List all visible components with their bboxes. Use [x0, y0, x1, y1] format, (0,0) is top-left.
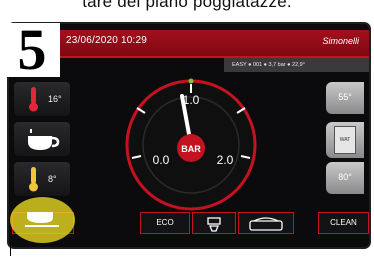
- machine-icon: [249, 217, 283, 231]
- eco-button[interactable]: ECO: [140, 212, 190, 234]
- gauge-label-min: 0.0: [153, 153, 170, 167]
- cup-tile[interactable]: [14, 122, 70, 156]
- caption-text: tare del piano poggiatazze.: [82, 0, 292, 11]
- datetime: 23/06/2020 10:29: [66, 35, 148, 46]
- cup-temp-tile[interactable]: 8°: [14, 162, 70, 196]
- temp-top-button[interactable]: 55°: [326, 82, 364, 114]
- water-cartridge-button[interactable]: WAT: [326, 122, 364, 158]
- status-bar: EASY ● 001 ● 3,7 bar ● 22,9°: [224, 58, 369, 72]
- top-bar: 23/06/2020 10:29 Simonelli: [9, 30, 369, 56]
- setpoint-indicator: [188, 78, 194, 84]
- clean-button[interactable]: CLEAN: [318, 212, 369, 234]
- boiler-temp-value: 16°: [48, 94, 62, 104]
- boiler-temp-tile[interactable]: 16°: [14, 82, 70, 116]
- coffee-cup-icon: [28, 129, 60, 150]
- eco-label: ECO: [156, 218, 174, 227]
- machine-button[interactable]: [238, 212, 294, 234]
- program-button[interactable]: [192, 212, 236, 234]
- cup-warmer-highlight: [10, 197, 75, 243]
- brand-logo: Simonelli: [322, 36, 359, 46]
- thermometer-yellow-icon: [29, 167, 38, 192]
- temp-bottom-button[interactable]: 80°: [326, 162, 364, 194]
- gauge-label-max: 2.0: [217, 153, 234, 167]
- temp-top-value: 55°: [338, 92, 352, 102]
- step-number: 5: [4, 21, 60, 79]
- clean-label: CLEAN: [330, 218, 357, 227]
- temp-bottom-value: 80°: [338, 172, 352, 182]
- gauge-unit: BAR: [181, 144, 201, 154]
- pressure-gauge: 1.0 0.0 2.0 BAR: [125, 78, 257, 211]
- cartridge-icon: WAT: [334, 126, 356, 154]
- cup-settings-icon: [207, 217, 221, 232]
- thermometer-red-icon: [29, 87, 38, 112]
- divider-line: [10, 244, 11, 256]
- cartridge-label: WAT: [339, 137, 351, 143]
- cup-warmer-icon: [25, 212, 59, 227]
- cup-temp-value: 8°: [48, 174, 57, 184]
